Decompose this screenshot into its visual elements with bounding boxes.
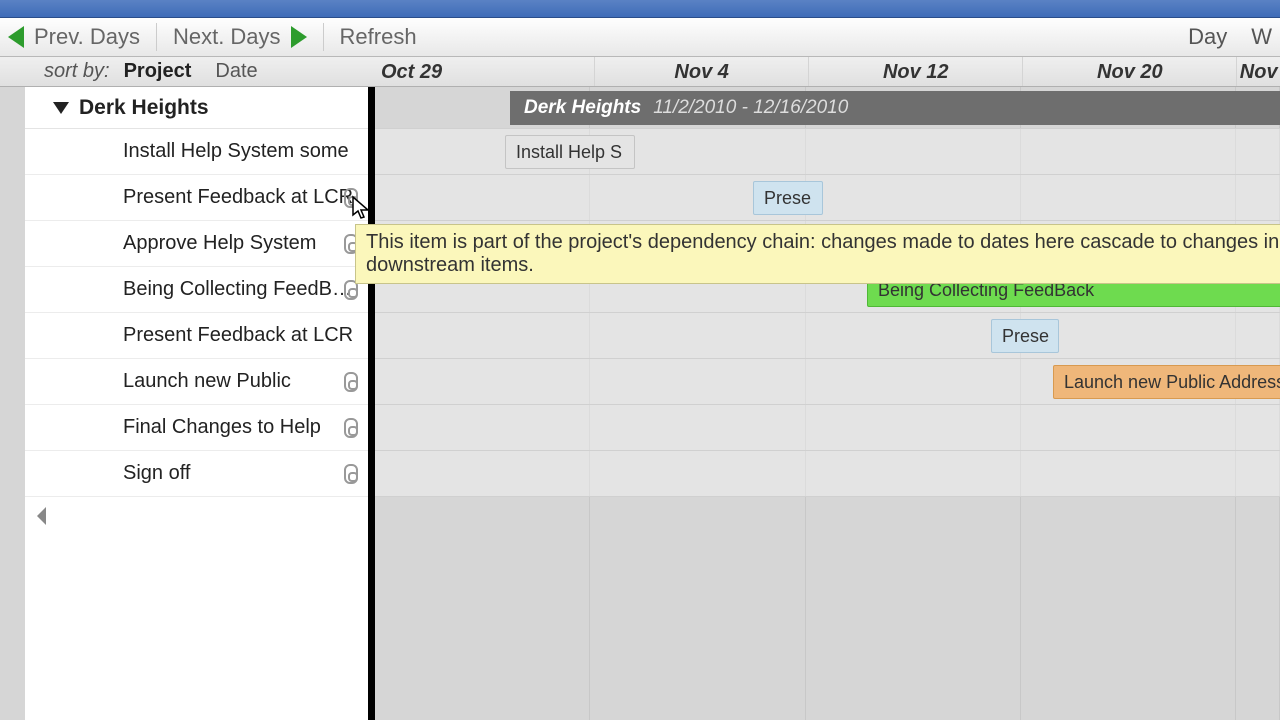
project-bar-name: Derk Heights xyxy=(524,97,641,119)
gantt-task-bar[interactable]: Launch new Public Address xyxy=(1053,365,1280,399)
next-days-button[interactable]: Next. Days xyxy=(173,24,307,50)
task-sidebar: Derk Heights Install Help System some Pr… xyxy=(25,87,375,720)
dependency-chain-icon[interactable] xyxy=(344,372,358,392)
dependency-chain-icon[interactable] xyxy=(344,464,358,484)
gantt-task-bar-label: Prese xyxy=(1002,326,1049,347)
toolbar-separator xyxy=(156,23,157,51)
gantt-task-bar[interactable]: Install Help S xyxy=(505,135,635,169)
sort-project-button[interactable]: Project xyxy=(124,60,192,83)
refresh-button[interactable]: Refresh xyxy=(340,24,417,50)
sort-bar: sort by: Project Date Oct 29 Nov 4 Nov 1… xyxy=(0,57,1280,87)
project-group-name: Derk Heights xyxy=(79,96,209,120)
prev-days-label: Prev. Days xyxy=(34,24,140,50)
task-label: Present Feedback at LCR xyxy=(123,186,360,209)
timeline-date: Nov 12 xyxy=(808,57,1022,86)
gantt-task-row: Install Help S xyxy=(375,129,1280,175)
task-label: Final Changes to Help xyxy=(123,416,360,439)
gantt-task-bar[interactable]: Prese xyxy=(753,181,823,215)
sort-date-button[interactable]: Date xyxy=(215,60,257,83)
timeline-date: Nov xyxy=(1236,57,1280,86)
task-row[interactable]: Approve Help System xyxy=(25,221,368,267)
timeline-date: Oct 29 xyxy=(375,57,594,86)
dependency-chain-icon[interactable] xyxy=(344,418,358,438)
task-row[interactable]: Present Feedback at LCR xyxy=(25,175,368,221)
task-row[interactable]: Present Feedback at LCR xyxy=(25,313,368,359)
gantt-task-row: Prese xyxy=(375,175,1280,221)
gantt-task-bar[interactable]: Prese xyxy=(991,319,1059,353)
gantt-project-row: Derk Heights 11/2/2010 - 12/16/2010 xyxy=(375,87,1280,129)
gantt-task-row: Launch new Public Address xyxy=(375,359,1280,405)
dependency-chain-icon[interactable] xyxy=(344,188,358,208)
dependency-tooltip: This item is part of the project's depen… xyxy=(355,224,1280,284)
disclosure-triangle-icon xyxy=(53,102,69,114)
sort-by-label: sort by: xyxy=(44,60,110,83)
task-label: Install Help System some xyxy=(123,140,360,163)
task-label: Being Collecting FeedBack xyxy=(123,278,360,301)
timeline-date: Nov 20 xyxy=(1022,57,1236,86)
window-titlebar xyxy=(0,0,1280,18)
project-bar-range: 11/2/2010 - 12/16/2010 xyxy=(653,97,848,119)
task-row[interactable]: Install Help System some xyxy=(25,129,368,175)
tooltip-text: This item is part of the project's depen… xyxy=(366,231,1279,276)
gantt-chart[interactable]: Derk Heights 11/2/2010 - 12/16/2010 Inst… xyxy=(375,87,1280,720)
task-label: Launch new Public xyxy=(123,370,360,393)
task-label: Sign off xyxy=(123,462,360,485)
task-row[interactable]: Being Collecting FeedBack xyxy=(25,267,368,313)
prev-days-button[interactable]: Prev. Days xyxy=(8,24,140,50)
splitter-handle-icon[interactable] xyxy=(37,507,47,525)
task-row[interactable]: Launch new Public xyxy=(25,359,368,405)
gantt-task-row xyxy=(375,451,1280,497)
task-row[interactable]: Final Changes to Help xyxy=(25,405,368,451)
task-label: Present Feedback at LCR xyxy=(123,324,360,347)
gantt-task-bar-label: Launch new Public Address xyxy=(1064,372,1280,393)
view-week-button-partial[interactable]: W xyxy=(1251,24,1272,50)
arrow-right-icon xyxy=(291,26,307,48)
toolbar: Prev. Days Next. Days Refresh Day W xyxy=(0,18,1280,57)
gantt-task-row xyxy=(375,405,1280,451)
timeline-date: Nov 4 xyxy=(594,57,808,86)
project-group-header[interactable]: Derk Heights xyxy=(25,87,368,129)
timeline-header: Oct 29 Nov 4 Nov 12 Nov 20 Nov xyxy=(375,57,1280,86)
next-days-label: Next. Days xyxy=(173,24,281,50)
gantt-task-bar-label: Prese xyxy=(764,188,811,209)
view-day-button[interactable]: Day xyxy=(1188,24,1227,50)
project-summary-bar[interactable]: Derk Heights 11/2/2010 - 12/16/2010 xyxy=(510,91,1280,125)
task-row[interactable]: Sign off xyxy=(25,451,368,497)
content-area: Derk Heights Install Help System some Pr… xyxy=(25,87,1280,720)
toolbar-separator xyxy=(323,23,324,51)
arrow-left-icon xyxy=(8,26,24,48)
gantt-task-row: Prese xyxy=(375,313,1280,359)
task-label: Approve Help System xyxy=(123,232,360,255)
gantt-task-bar-label: Install Help S xyxy=(516,142,622,163)
